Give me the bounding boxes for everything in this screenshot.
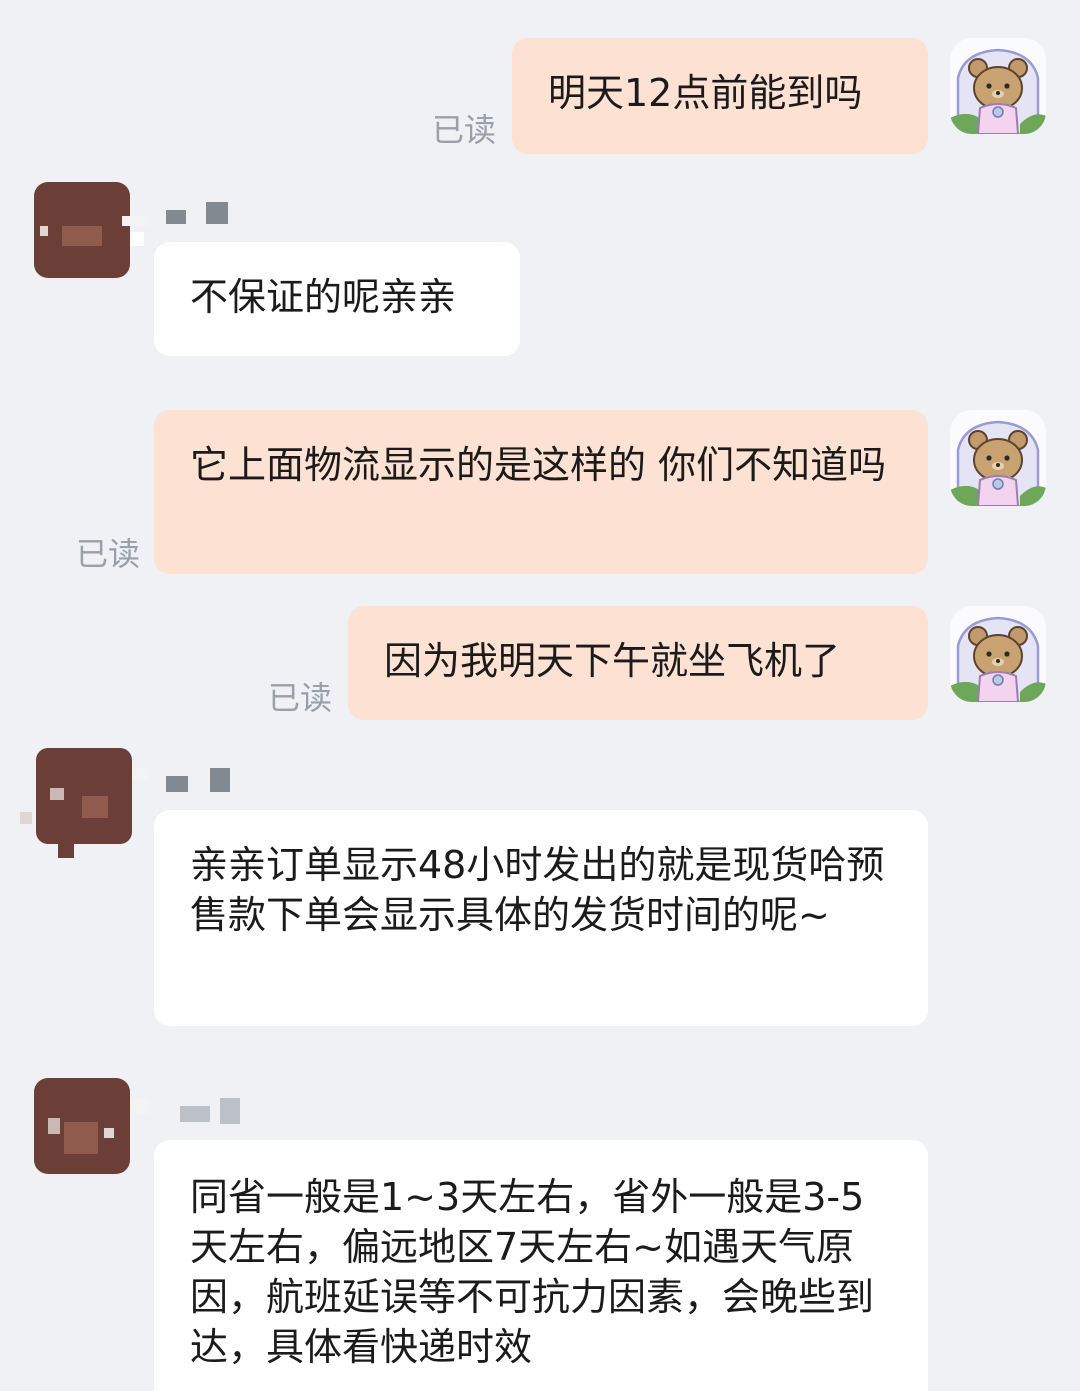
message-text: 同省一般是1~3天左右，省外一般是3-5天左右，偏远地区7天左右~如遇天气原因，…: [190, 1175, 875, 1369]
self-avatar[interactable]: [950, 38, 1046, 134]
message-bubble-self[interactable]: 明天12点前能到吗: [512, 38, 928, 154]
other-avatar[interactable]: [34, 1078, 148, 1174]
read-status: 已读: [268, 679, 333, 717]
bear-avatar-icon: [950, 410, 1046, 506]
message-bubble-other[interactable]: 不保证的呢亲亲: [154, 242, 520, 356]
bear-avatar-icon: [950, 606, 1046, 702]
sender-name-masked: [166, 198, 246, 228]
self-avatar[interactable]: [950, 606, 1046, 702]
self-avatar[interactable]: [950, 410, 1046, 506]
other-avatar[interactable]: [34, 182, 148, 278]
sender-name-masked: [166, 766, 246, 796]
message-bubble-other[interactable]: 同省一般是1~3天左右，省外一般是3-5天左右，偏远地区7天左右~如遇天气原因，…: [154, 1140, 928, 1391]
pixelated-avatar-icon: [20, 748, 148, 858]
message-bubble-other[interactable]: 亲亲订单显示48小时发出的就是现货哈预售款下单会显示具体的发货时间的呢~: [154, 810, 928, 1026]
sender-name-masked: [180, 1098, 260, 1128]
message-text: 它上面物流显示的是这样的 你们不知道吗: [190, 443, 887, 487]
read-status: 已读: [432, 111, 497, 149]
message-bubble-self[interactable]: 因为我明天下午就坐飞机了: [348, 606, 928, 720]
message-text: 不保证的呢亲亲: [190, 275, 457, 319]
other-avatar[interactable]: [20, 748, 148, 858]
message-text: 亲亲订单显示48小时发出的就是现货哈预售款下单会显示具体的发货时间的呢~: [190, 843, 885, 937]
message-bubble-self[interactable]: 它上面物流显示的是这样的 你们不知道吗: [154, 410, 928, 574]
pixelated-avatar-icon: [34, 1078, 148, 1174]
read-status: 已读: [76, 535, 141, 573]
pixelated-avatar-icon: [34, 182, 148, 278]
message-text: 明天12点前能到吗: [548, 71, 863, 115]
bear-avatar-icon: [950, 38, 1046, 134]
chat-conversation[interactable]: 已读 明天12点前能到吗 不保证的呢亲亲 已读 它上面物流显示的是这样的 你们不…: [0, 0, 1080, 1391]
message-text: 因为我明天下午就坐飞机了: [384, 639, 841, 683]
